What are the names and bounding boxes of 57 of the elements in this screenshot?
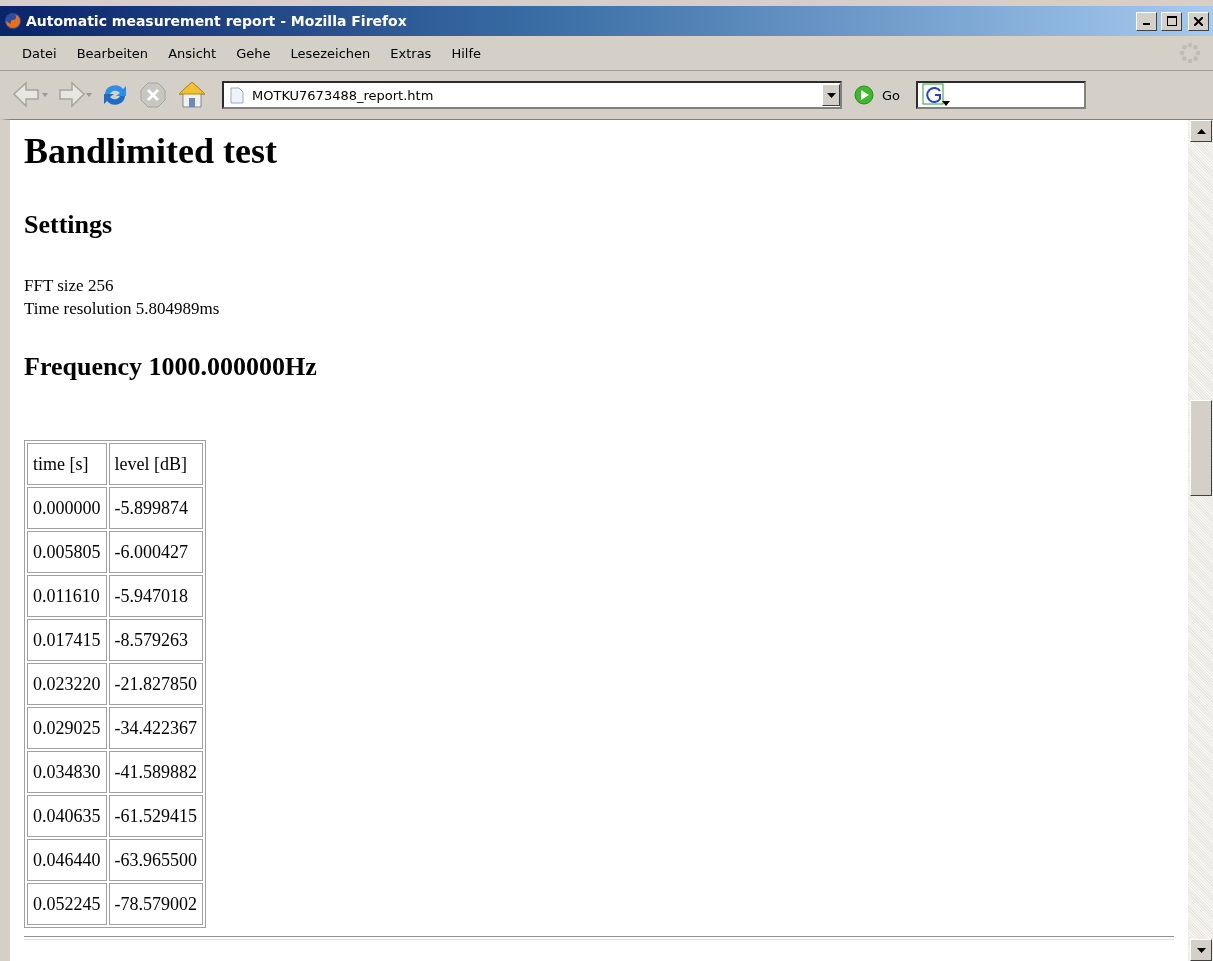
section-heading: Frequency 1000.000000Hz (24, 351, 318, 383)
scroll-up-button[interactable] (1190, 120, 1212, 142)
search-engine-icon[interactable] (922, 83, 951, 107)
setting-text: Time resolution 5.804989ms (24, 298, 221, 320)
table-cell: -8.579263 (108, 619, 203, 661)
scrollbar[interactable] (1188, 120, 1213, 961)
table-cell: -61.529415 (108, 795, 203, 837)
search-field[interactable] (916, 81, 1087, 109)
page-title: Bandlimited test (24, 130, 278, 173)
dropdown-button[interactable] (822, 84, 840, 106)
table-cell: -41.589882 (108, 751, 203, 793)
scroll-thumb[interactable] (1190, 400, 1212, 496)
table-cell: 0.029025 (27, 707, 107, 749)
menu-item[interactable]: Hilfe (441, 45, 491, 61)
close-icon (1194, 16, 1203, 26)
scroll-down-button[interactable] (1190, 939, 1212, 961)
menu-item[interactable]: Datei (12, 45, 67, 61)
window-title: Automatic measurement report - Mozilla Firefox (26, 13, 408, 29)
section-heading: Settings (24, 209, 114, 241)
table-cell: -78.579002 (108, 883, 203, 925)
table-cell: 0.034830 (27, 751, 107, 793)
table-cell: -34.422367 (108, 707, 203, 749)
up-arrow-icon (1196, 128, 1206, 134)
header-cell: level [dB] (108, 443, 203, 485)
table-cell: 0.011610 (27, 575, 107, 617)
play-icon (854, 85, 874, 105)
table-cell: -63.965500 (108, 839, 203, 881)
table-cell: 0.000000 (27, 487, 107, 529)
table-cell: 0.052245 (27, 883, 107, 925)
header-cell: time [s] (27, 443, 107, 485)
table-cell: 0.040635 (27, 795, 107, 837)
table-cell: -5.947018 (108, 575, 203, 617)
minimize-button[interactable] (1136, 11, 1157, 31)
table-cell: -6.000427 (108, 531, 203, 573)
table-cell: 0.017415 (27, 619, 107, 661)
menu-item[interactable]: Ansicht (158, 45, 227, 61)
page-icon (230, 86, 244, 104)
setting-text: FFT size 256 (24, 275, 115, 297)
firefox-icon (4, 12, 22, 30)
address-text: MOTKU7673488_report.htm (252, 87, 435, 103)
menu-item[interactable]: Gehe (226, 45, 281, 61)
home-icon[interactable] (176, 80, 208, 110)
close-button[interactable] (1188, 11, 1209, 31)
caret-icon (826, 92, 836, 98)
table-cell: 0.023220 (27, 663, 107, 705)
go-button[interactable]: Go (850, 85, 905, 105)
down-arrow-icon (1196, 947, 1206, 953)
menu-item[interactable]: Bearbeiten (66, 45, 159, 61)
table-cell: -5.899874 (108, 487, 203, 529)
menu-item[interactable]: Extras (380, 45, 442, 61)
menu-item[interactable]: Lesezeichen (280, 45, 381, 61)
address-field[interactable]: MOTKU7673488_report.htm (222, 81, 842, 109)
table-cell: -21.827850 (108, 663, 203, 705)
table-cell: 0.005805 (27, 531, 107, 573)
table-cell: 0.046440 (27, 839, 107, 881)
maximize-button[interactable] (1161, 11, 1182, 31)
maximize-icon (1166, 16, 1177, 26)
